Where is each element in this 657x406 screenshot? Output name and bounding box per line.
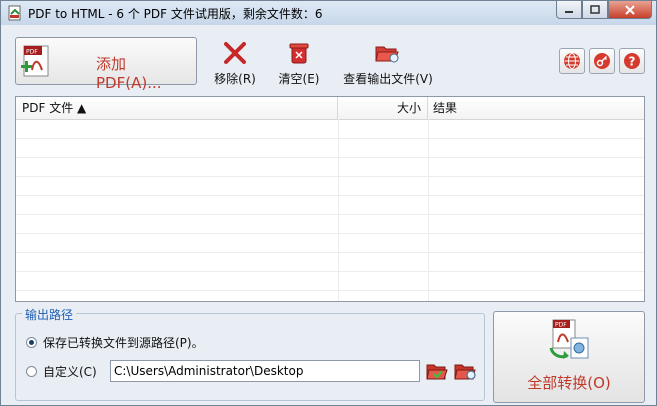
- add-pdf-label: 添加 PDF(A)...: [96, 55, 162, 92]
- close-button[interactable]: [608, 1, 652, 19]
- convert-pdf-icon: PDF: [549, 319, 589, 359]
- output-path-input[interactable]: [110, 360, 420, 382]
- row-gridline: [16, 195, 644, 196]
- custom-path-label[interactable]: 自定义(C): [43, 363, 97, 380]
- search-folder-icon: [454, 364, 476, 380]
- row-gridline: [16, 233, 644, 234]
- globe-icon: [564, 53, 580, 69]
- view-output-label: 查看输出文件(V): [343, 72, 433, 86]
- help-icon: ?: [624, 53, 640, 69]
- remove-icon: [224, 42, 246, 64]
- svg-text:PDF: PDF: [555, 322, 567, 329]
- open-output-folder-button[interactable]: [454, 360, 478, 382]
- row-gridline: [16, 252, 644, 253]
- add-pdf-icon: PDF: [21, 45, 49, 77]
- title-bar: PDF to HTML - 6 个 PDF 文件试用版，剩余文件数：6: [1, 1, 656, 25]
- pdf-file-list[interactable]: PDF 文件 ▲ 大小 结果: [15, 96, 645, 302]
- save-to-source-radio[interactable]: [26, 337, 37, 348]
- output-path-group: 输出路径 保存已转换文件到源路径(P)。 自定义(C): [15, 306, 485, 401]
- convert-all-button[interactable]: PDF 全部转换(O): [493, 311, 645, 403]
- remove-label: 移除(R): [214, 72, 256, 86]
- list-header: PDF 文件 ▲ 大小 结果: [16, 97, 644, 120]
- column-divider: [428, 119, 429, 301]
- window-controls: [556, 1, 652, 19]
- browse-folder-icon: [426, 364, 448, 380]
- register-button[interactable]: [589, 48, 615, 74]
- add-pdf-button[interactable]: PDF 添加 PDF(A)...: [15, 37, 197, 92]
- column-header-result[interactable]: 结果: [428, 97, 644, 119]
- svg-text:?: ?: [629, 55, 636, 69]
- row-gridline: [16, 176, 644, 177]
- column-divider: [338, 119, 339, 301]
- row-gridline: [16, 290, 644, 291]
- save-to-source-label[interactable]: 保存已转换文件到源路径(P)。: [43, 334, 204, 351]
- custom-path-radio[interactable]: [26, 366, 37, 377]
- open-folder-icon: [375, 46, 399, 63]
- clear-button[interactable]: 清空(E): [273, 41, 325, 87]
- remove-button[interactable]: 移除(R): [209, 41, 261, 87]
- clear-label: 清空(E): [278, 72, 320, 86]
- app-icon: [8, 5, 21, 21]
- output-path-legend: 输出路径: [22, 306, 77, 323]
- maximize-icon: [590, 4, 600, 14]
- column-header-pdf-file[interactable]: PDF 文件 ▲: [16, 97, 338, 119]
- window-title: PDF to HTML - 6 个 PDF 文件试用版，剩余文件数：6: [28, 7, 323, 21]
- convert-all-label: 全部转换(O): [527, 374, 611, 392]
- row-gridline: [16, 214, 644, 215]
- website-button[interactable]: [559, 48, 585, 74]
- app-window: PDF to HTML - 6 个 PDF 文件试用版，剩余文件数：6 PDF …: [0, 0, 657, 406]
- close-icon: [625, 4, 635, 15]
- row-gridline: [16, 271, 644, 272]
- view-output-button[interactable]: 查看输出文件(V): [341, 41, 435, 87]
- minimize-icon: [565, 10, 573, 13]
- browse-folder-button[interactable]: [426, 360, 448, 382]
- column-header-size[interactable]: 大小: [338, 97, 428, 119]
- key-icon: [594, 53, 610, 69]
- minimize-button[interactable]: [556, 1, 582, 19]
- maximize-button[interactable]: [582, 1, 608, 19]
- svg-text:PDF: PDF: [26, 49, 38, 56]
- row-gridline: [16, 157, 644, 158]
- trash-icon: [289, 43, 309, 64]
- help-button[interactable]: ?: [619, 48, 645, 74]
- row-gridline: [16, 138, 644, 139]
